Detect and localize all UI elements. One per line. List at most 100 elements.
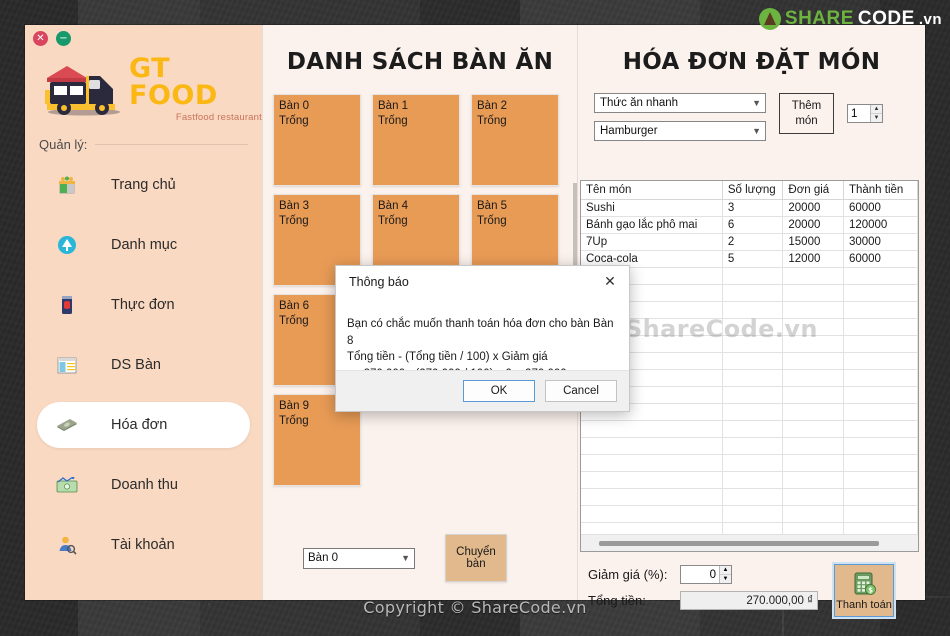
stepper-down-icon[interactable]: ▼ [871, 114, 882, 122]
sidebar-item-doanh-thu[interactable]: Doanh thu [37, 462, 250, 508]
table-row-empty [581, 301, 918, 319]
discount-up-icon[interactable]: ▲ [720, 566, 731, 575]
cell-qty: 3 [722, 199, 784, 217]
discount-row: Giảm giá (%): ▲ ▼ [588, 565, 828, 584]
confirmation-dialog: Thông báo ✕ Bạn có chắc muốn thanh toán … [335, 265, 630, 412]
tables-bottom-bar: Bàn 0 ▼ Chuyển bàn [263, 534, 577, 582]
sidebar-item-hoa-don[interactable]: Hóa đơn [37, 402, 250, 448]
table-select[interactable]: Bàn 0 [303, 547, 415, 569]
cell-price: 20000 [782, 199, 844, 217]
sidebar-item-label: Thực đơn [111, 297, 175, 313]
table-row-empty [581, 369, 918, 387]
sharecode-mark-icon [758, 8, 781, 30]
dish-select-wrapper: Hamburger ▼ [594, 121, 766, 141]
add-item-button-line2: món [795, 114, 818, 127]
add-item-button[interactable]: Thêm món [779, 93, 834, 134]
table-card[interactable]: Bàn 2 Trống [471, 94, 559, 186]
sidebar-item-label: Trang chủ [111, 177, 176, 193]
column-header-qty: Số lượng [722, 181, 784, 200]
brand-tagline: Fastfood restaurant [175, 112, 262, 124]
food-truck-icon [45, 66, 120, 116]
dialog-title: Thông báo [349, 275, 409, 289]
category-icon [55, 234, 79, 256]
scrollbar-thumb[interactable] [599, 540, 879, 546]
sidebar-item-danh-muc[interactable]: Danh mục [37, 222, 250, 268]
table-card[interactable]: Bàn 1 Trống [372, 94, 460, 186]
drink-can-icon [55, 294, 79, 316]
table-row[interactable]: 7Up 2 15000 30000 [581, 233, 918, 251]
discount-input[interactable] [681, 566, 719, 583]
sidebar-item-thuc-don[interactable]: Thực đơn [37, 282, 250, 328]
transfer-table-button[interactable]: Chuyển bàn [445, 534, 507, 582]
invoice-panel-title: HÓA ĐƠN ĐẶT MÓN [622, 49, 881, 75]
cell-price: 15000 [782, 233, 844, 251]
table-row-empty [581, 488, 918, 506]
copyright-watermark: Copyright © ShareCode.vn [363, 598, 587, 617]
table-card-name: Bàn 5 [477, 200, 508, 212]
manage-section-header: Quản lý: [25, 137, 262, 152]
discount-stepper[interactable]: ▲ ▼ [680, 565, 732, 584]
table-card[interactable]: Bàn 0 Trống [273, 94, 361, 186]
column-header-price: Đơn giá [782, 181, 844, 200]
sidebar-item-trang-chu[interactable]: Trang chủ [37, 162, 250, 208]
cell-total: 60000 [843, 250, 918, 268]
table-card-status: Trống [279, 215, 309, 228]
ok-button[interactable]: OK [463, 380, 535, 402]
table-row-empty [581, 386, 918, 404]
column-header-total: Thành tiền [843, 181, 918, 200]
dish-select[interactable]: Hamburger [594, 121, 766, 141]
cell-price: 12000 [782, 250, 844, 268]
quantity-stepper[interactable]: ▲ ▼ [847, 104, 883, 123]
sidebar-item-tai-khoan[interactable]: Tài khoản [37, 522, 250, 568]
invoice-table-container: Tên món Số lượng Đơn giá Thành tiền Sush… [580, 180, 919, 552]
table-card-status: Trống [477, 115, 507, 128]
table-card-status: Trống [378, 215, 408, 228]
user-search-icon [55, 534, 79, 556]
sidebar-item-label: Hóa đơn [111, 417, 168, 433]
discount-arrows: ▲ ▼ [719, 566, 731, 583]
divider [95, 144, 248, 145]
minimize-button[interactable]: − [56, 31, 71, 46]
category-select[interactable]: Thức ăn nhanh [594, 93, 766, 113]
category-select-wrapper: Thức ăn nhanh ▼ [594, 93, 766, 113]
close-icon[interactable]: ✕ [597, 270, 623, 294]
sidebar-item-label: Danh mục [111, 237, 178, 253]
table-row-empty [581, 284, 918, 302]
table-row-empty [581, 352, 918, 370]
dialog-footer: OK Cancel [336, 370, 629, 411]
calculator-icon: $ [854, 572, 876, 595]
close-button[interactable]: ✕ [33, 31, 48, 46]
invoice-table: Tên món Số lượng Đơn giá Thành tiền Sush… [581, 181, 918, 540]
invoice-horizontal-scrollbar[interactable] [581, 534, 918, 551]
discount-down-icon[interactable]: ▼ [720, 575, 731, 583]
table-row[interactable]: Bánh gạo lắc phô mai 6 20000 120000 [581, 216, 918, 234]
combo-stack: Thức ăn nhanh ▼ Hamburger ▼ [594, 93, 766, 141]
table-card-name: Bàn 2 [477, 100, 508, 112]
table-row-empty [581, 471, 918, 489]
cell-total: 120000 [843, 216, 918, 234]
table-card-status: Trống [378, 115, 408, 128]
table-card-name: Bàn 4 [378, 200, 409, 212]
table-row-empty [581, 454, 918, 472]
table-row-empty [581, 420, 918, 438]
money-bill-icon [55, 414, 79, 436]
revenue-chart-icon [55, 474, 79, 496]
sidebar-item-label: DS Bàn [111, 357, 161, 373]
table-card-name: Bàn 0 [279, 100, 310, 112]
brand-text: GT FOOD Fastfood restaurant [129, 55, 262, 123]
cancel-button[interactable]: Cancel [545, 380, 617, 402]
quantity-input[interactable] [848, 105, 870, 122]
table-row[interactable]: Coca-cola 5 12000 60000 [581, 250, 918, 268]
sidebar-item-ds-ban[interactable]: DS Bàn [37, 342, 250, 388]
window-list-icon [55, 354, 79, 376]
table-card-status: Trống [279, 115, 309, 128]
svg-text:$: $ [868, 586, 873, 594]
manage-label: Quản lý: [39, 137, 88, 152]
table-header-row: Tên món Số lượng Đơn giá Thành tiền [581, 181, 918, 200]
table-row[interactable]: Sushi 3 20000 60000 [581, 199, 918, 217]
store-icon [55, 174, 79, 196]
brand-name: GT FOOD [129, 53, 218, 112]
sidebar-item-label: Tài khoản [111, 537, 175, 553]
table-card-status: Trống [279, 415, 309, 428]
stepper-up-icon[interactable]: ▲ [871, 105, 882, 114]
